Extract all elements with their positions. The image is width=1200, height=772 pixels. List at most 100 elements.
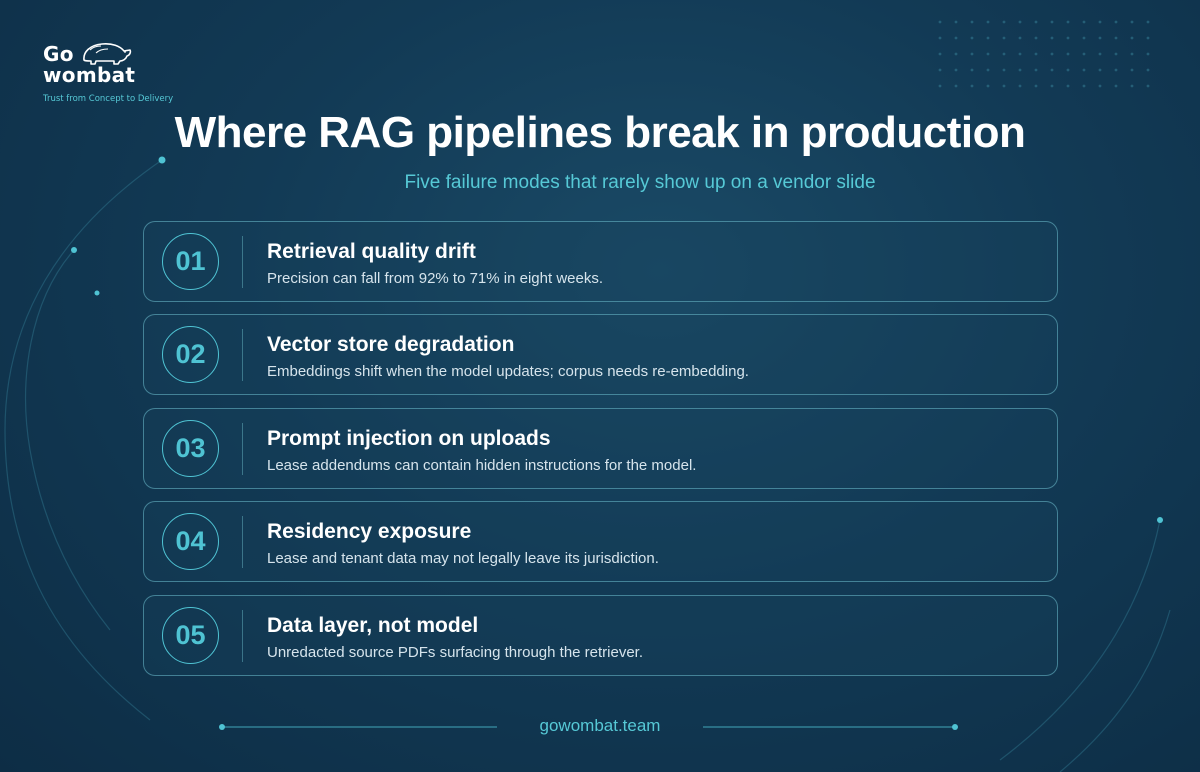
decorative-dot bbox=[970, 20, 974, 24]
decorative-dot bbox=[1114, 52, 1118, 56]
decorative-dot bbox=[1146, 36, 1150, 40]
decorative-dot bbox=[1146, 68, 1150, 72]
card-description: Lease and tenant data may not legally le… bbox=[267, 550, 659, 567]
decorative-dot bbox=[1050, 52, 1054, 56]
card-description: Unredacted source PDFs surfacing through… bbox=[267, 644, 644, 661]
decorative-dot bbox=[1146, 84, 1150, 88]
decorative-dot bbox=[1098, 20, 1102, 24]
decorative-dot bbox=[1018, 20, 1022, 24]
decorative-dot bbox=[970, 84, 974, 88]
decorative-dot bbox=[1082, 36, 1086, 40]
decorative-dot bbox=[1098, 52, 1102, 56]
card-divider bbox=[242, 236, 243, 288]
decorative-dot bbox=[1034, 68, 1038, 72]
decorative-dot bbox=[986, 52, 990, 56]
decorative-dot bbox=[1114, 36, 1118, 40]
failure-mode-card: 04 Residency exposure Lease and tenant d… bbox=[143, 501, 1058, 582]
decorative-dot bbox=[1002, 52, 1006, 56]
wombat-icon bbox=[83, 43, 132, 65]
decorative-dot bbox=[1066, 20, 1070, 24]
decorative-dot bbox=[1066, 52, 1070, 56]
decorative-dot bbox=[1002, 68, 1006, 72]
decorative-dot bbox=[1146, 20, 1150, 24]
decorative-dot bbox=[938, 84, 942, 88]
card-number-badge: 04 bbox=[162, 513, 219, 570]
decorative-dot bbox=[1018, 52, 1022, 56]
decorative-dot bbox=[1098, 36, 1102, 40]
card-number-badge: 02 bbox=[162, 326, 219, 383]
card-divider bbox=[242, 516, 243, 568]
decorative-dot bbox=[1034, 20, 1038, 24]
page-subtitle: Five failure modes that rarely show up o… bbox=[404, 172, 876, 193]
decorative-dot bbox=[1130, 20, 1134, 24]
decorative-dot bbox=[986, 84, 990, 88]
decorative-dot bbox=[1082, 84, 1086, 88]
decorative-dot bbox=[1066, 68, 1070, 72]
decorative-dot bbox=[1082, 20, 1086, 24]
decorative-dot bbox=[1050, 84, 1054, 88]
decorative-dot bbox=[1002, 36, 1006, 40]
decorative-dot bbox=[1130, 52, 1134, 56]
decorative-dot bbox=[1114, 68, 1118, 72]
decorative-dot bbox=[1066, 36, 1070, 40]
decorative-dot bbox=[1114, 84, 1118, 88]
decorative-dot bbox=[954, 68, 958, 72]
decorative-dot bbox=[986, 20, 990, 24]
card-number-badge: 03 bbox=[162, 420, 219, 477]
failure-mode-card: 05 Data layer, not model Unredacted sour… bbox=[143, 595, 1058, 676]
decorative-dot bbox=[1002, 20, 1006, 24]
decorative-dot bbox=[1050, 36, 1054, 40]
decorative-dot bbox=[938, 20, 942, 24]
failure-mode-card: 02 Vector store degradation Embeddings s… bbox=[143, 314, 1058, 395]
card-description: Lease addendums can contain hidden instr… bbox=[267, 457, 697, 474]
decorative-dot bbox=[938, 52, 942, 56]
decorative-dot bbox=[938, 36, 942, 40]
card-description: Embeddings shift when the model updates;… bbox=[267, 363, 749, 380]
card-title: Data layer, not model bbox=[267, 614, 479, 637]
decorative-dot bbox=[1130, 36, 1134, 40]
decorative-dot bbox=[1034, 84, 1038, 88]
decorative-dot bbox=[1082, 52, 1086, 56]
card-number-badge: 01 bbox=[162, 233, 219, 290]
decorative-dot bbox=[970, 36, 974, 40]
decorative-dot bbox=[1050, 20, 1054, 24]
decorative-dot bbox=[1130, 68, 1134, 72]
decorative-dot bbox=[1066, 84, 1070, 88]
decorative-dot bbox=[970, 52, 974, 56]
decorative-dot bbox=[954, 20, 958, 24]
footer-website[interactable]: gowombat.team bbox=[0, 716, 1200, 736]
decorative-dot bbox=[1018, 84, 1022, 88]
decorative-dot bbox=[1002, 84, 1006, 88]
decorative-dot bbox=[1146, 52, 1150, 56]
page-title: Where RAG pipelines break in production bbox=[174, 108, 1026, 157]
decorative-dot bbox=[954, 52, 958, 56]
failure-mode-card: 01 Retrieval quality drift Precision can… bbox=[143, 221, 1058, 302]
card-title: Retrieval quality drift bbox=[267, 240, 476, 263]
decorative-dot bbox=[970, 68, 974, 72]
decorative-dot bbox=[954, 36, 958, 40]
decorative-dot bbox=[1018, 36, 1022, 40]
decorative-dot bbox=[938, 68, 942, 72]
logo: Go wombat Trust from Concept to Delivery bbox=[40, 38, 180, 108]
decorative-dot bbox=[1050, 68, 1054, 72]
failure-mode-card: 03 Prompt injection on uploads Lease add… bbox=[143, 408, 1058, 489]
decorative-dot bbox=[1114, 20, 1118, 24]
card-description: Precision can fall from 92% to 71% in ei… bbox=[267, 270, 603, 287]
decorative-dot bbox=[954, 84, 958, 88]
card-divider bbox=[242, 423, 243, 475]
card-title: Vector store degradation bbox=[267, 333, 515, 356]
decorative-dot bbox=[1018, 68, 1022, 72]
decorative-dot bbox=[1034, 52, 1038, 56]
decorative-dot bbox=[1098, 68, 1102, 72]
decorative-dot bbox=[986, 36, 990, 40]
decorative-dot bbox=[1130, 84, 1134, 88]
decorative-dot bbox=[1082, 68, 1086, 72]
card-divider bbox=[242, 610, 243, 662]
card-divider bbox=[242, 329, 243, 381]
card-number-badge: 05 bbox=[162, 607, 219, 664]
decorative-dot bbox=[1034, 36, 1038, 40]
decorative-dot bbox=[986, 68, 990, 72]
card-title: Prompt injection on uploads bbox=[267, 427, 551, 450]
decorative-dot bbox=[1098, 84, 1102, 88]
logo-tagline: Trust from Concept to Delivery bbox=[43, 94, 174, 104]
